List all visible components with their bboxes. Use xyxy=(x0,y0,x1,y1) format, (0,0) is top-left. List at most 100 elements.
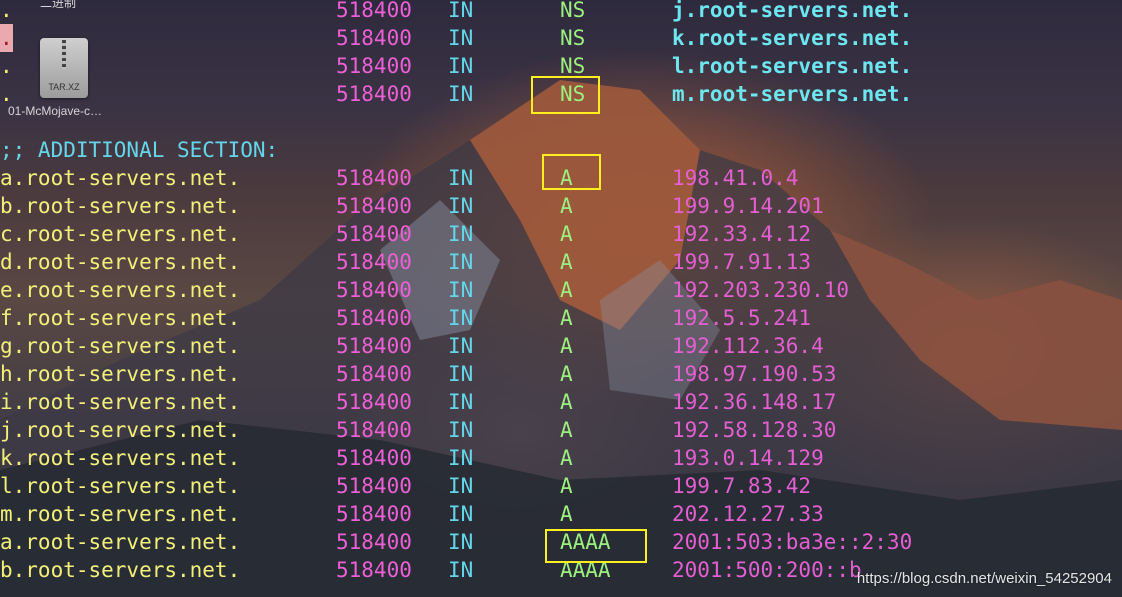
record-row: e.root-servers.net. 518400 IN A 192.203.230.… xyxy=(0,276,1122,304)
record-row: c.root-servers.net. 518400 IN A 192.33.4.12 xyxy=(0,220,1122,248)
record-ttl: 518400 xyxy=(336,222,412,246)
record-ttl: 518400 xyxy=(336,390,412,414)
record-type: A xyxy=(560,446,573,470)
record-value: 192.36.148.17 xyxy=(672,390,837,414)
record-type: NS xyxy=(560,26,586,50)
record-value: 193.0.14.129 xyxy=(672,446,824,470)
record-class: IN xyxy=(448,166,474,190)
record-name: i.root-servers.net. xyxy=(0,390,241,414)
record-class: IN xyxy=(448,530,474,554)
record-class: IN xyxy=(448,54,474,78)
record-type: A xyxy=(560,278,573,302)
record-row: f.root-servers.net. 518400 IN A 192.5.5.241 xyxy=(0,304,1122,332)
record-name: a.root-servers.net. xyxy=(0,166,241,190)
record-value: 199.7.83.42 xyxy=(672,474,812,498)
record-ttl: 518400 xyxy=(336,306,412,330)
record-class: IN xyxy=(448,558,474,582)
record-ttl: 518400 xyxy=(336,54,412,78)
record-value: 198.41.0.4 xyxy=(672,166,799,190)
record-name: l.root-servers.net. xyxy=(0,474,241,498)
record-class: IN xyxy=(448,502,474,526)
record-row: . 518400 IN NS k.root-servers.net. xyxy=(0,24,1122,52)
record-class: IN xyxy=(448,222,474,246)
record-name: g.root-servers.net. xyxy=(0,334,241,358)
record-ttl: 518400 xyxy=(336,418,412,442)
record-value: 192.58.128.30 xyxy=(672,418,837,442)
record-value: 199.9.14.201 xyxy=(672,194,824,218)
record-ttl: 518400 xyxy=(336,502,412,526)
record-name: . xyxy=(0,0,13,22)
record-ttl: 518400 xyxy=(336,26,412,50)
record-row: m.root-servers.net. 518400 IN A 202.12.27.33 xyxy=(0,500,1122,528)
record-ttl: 518400 xyxy=(336,334,412,358)
record-type: A xyxy=(560,502,573,526)
watermark: https://blog.csdn.net/weixin_54252904 xyxy=(856,570,1112,587)
record-name: d.root-servers.net. xyxy=(0,250,241,274)
record-name: e.root-servers.net. xyxy=(0,278,241,302)
record-ttl: 518400 xyxy=(336,446,412,470)
record-name: . xyxy=(0,82,13,106)
record-name: . xyxy=(0,54,13,78)
record-row: d.root-servers.net. 518400 IN A 199.7.91.13 xyxy=(0,248,1122,276)
highlight-box-aaaa xyxy=(545,529,647,563)
record-row: l.root-servers.net. 518400 IN A 199.7.83.42 xyxy=(0,472,1122,500)
record-type: A xyxy=(560,334,573,358)
record-ttl: 518400 xyxy=(336,474,412,498)
record-class: IN xyxy=(448,390,474,414)
record-value: 2001:500:200::b xyxy=(672,558,862,582)
record-value: 192.33.4.12 xyxy=(672,222,812,246)
record-class: IN xyxy=(448,0,474,22)
record-ttl: 518400 xyxy=(336,82,412,106)
record-row: . 518400 IN NS j.root-servers.net. xyxy=(0,0,1122,24)
record-class: IN xyxy=(448,446,474,470)
record-value: k.root-servers.net. xyxy=(672,26,913,50)
record-type: A xyxy=(560,474,573,498)
record-value: 202.12.27.33 xyxy=(672,502,824,526)
record-name: h.root-servers.net. xyxy=(0,362,241,386)
record-type: A xyxy=(560,306,573,330)
record-ttl: 518400 xyxy=(336,530,412,554)
record-name: m.root-servers.net. xyxy=(0,502,241,526)
record-row: j.root-servers.net. 518400 IN A 192.58.128.3… xyxy=(0,416,1122,444)
record-class: IN xyxy=(448,194,474,218)
record-type: A xyxy=(560,222,573,246)
record-name: a.root-servers.net. xyxy=(0,530,241,554)
record-row: g.root-servers.net. 518400 IN A 192.112.36.4 xyxy=(0,332,1122,360)
record-ttl: 518400 xyxy=(336,250,412,274)
record-value: j.root-servers.net. xyxy=(672,0,913,22)
record-class: IN xyxy=(448,334,474,358)
record-type: NS xyxy=(560,0,586,22)
record-type: A xyxy=(560,390,573,414)
record-name: c.root-servers.net. xyxy=(0,222,241,246)
record-ttl: 518400 xyxy=(336,278,412,302)
record-type: A xyxy=(560,250,573,274)
record-class: IN xyxy=(448,474,474,498)
record-value: 199.7.91.13 xyxy=(672,250,812,274)
highlight-box-a xyxy=(542,154,601,190)
record-ttl: 518400 xyxy=(336,0,412,22)
highlight-box-ns xyxy=(531,76,600,114)
record-name: b.root-servers.net. xyxy=(0,558,241,582)
record-name: . xyxy=(0,24,13,52)
record-value: l.root-servers.net. xyxy=(672,54,913,78)
record-row: h.root-servers.net. 518400 IN A 198.97.190.5… xyxy=(0,360,1122,388)
record-value: 192.203.230.10 xyxy=(672,278,850,302)
record-value: m.root-servers.net. xyxy=(672,82,913,106)
record-type: A xyxy=(560,362,573,386)
record-value: 198.97.190.53 xyxy=(672,362,837,386)
record-ttl: 518400 xyxy=(336,194,412,218)
record-value: 192.5.5.241 xyxy=(672,306,812,330)
record-name: b.root-servers.net. xyxy=(0,194,241,218)
record-ttl: 518400 xyxy=(336,558,412,582)
record-row: i.root-servers.net. 518400 IN A 192.36.148.1… xyxy=(0,388,1122,416)
record-class: IN xyxy=(448,418,474,442)
record-type: A xyxy=(560,194,573,218)
record-name: k.root-servers.net. xyxy=(0,446,241,470)
record-ttl: 518400 xyxy=(336,362,412,386)
record-ttl: 518400 xyxy=(336,166,412,190)
record-row: k.root-servers.net. 518400 IN A 193.0.14.129 xyxy=(0,444,1122,472)
additional-section-header: ;; ADDITIONAL SECTION: xyxy=(0,138,279,162)
record-class: IN xyxy=(448,306,474,330)
record-type: A xyxy=(560,418,573,442)
record-row: b.root-servers.net. 518400 IN A 199.9.14.201 xyxy=(0,192,1122,220)
